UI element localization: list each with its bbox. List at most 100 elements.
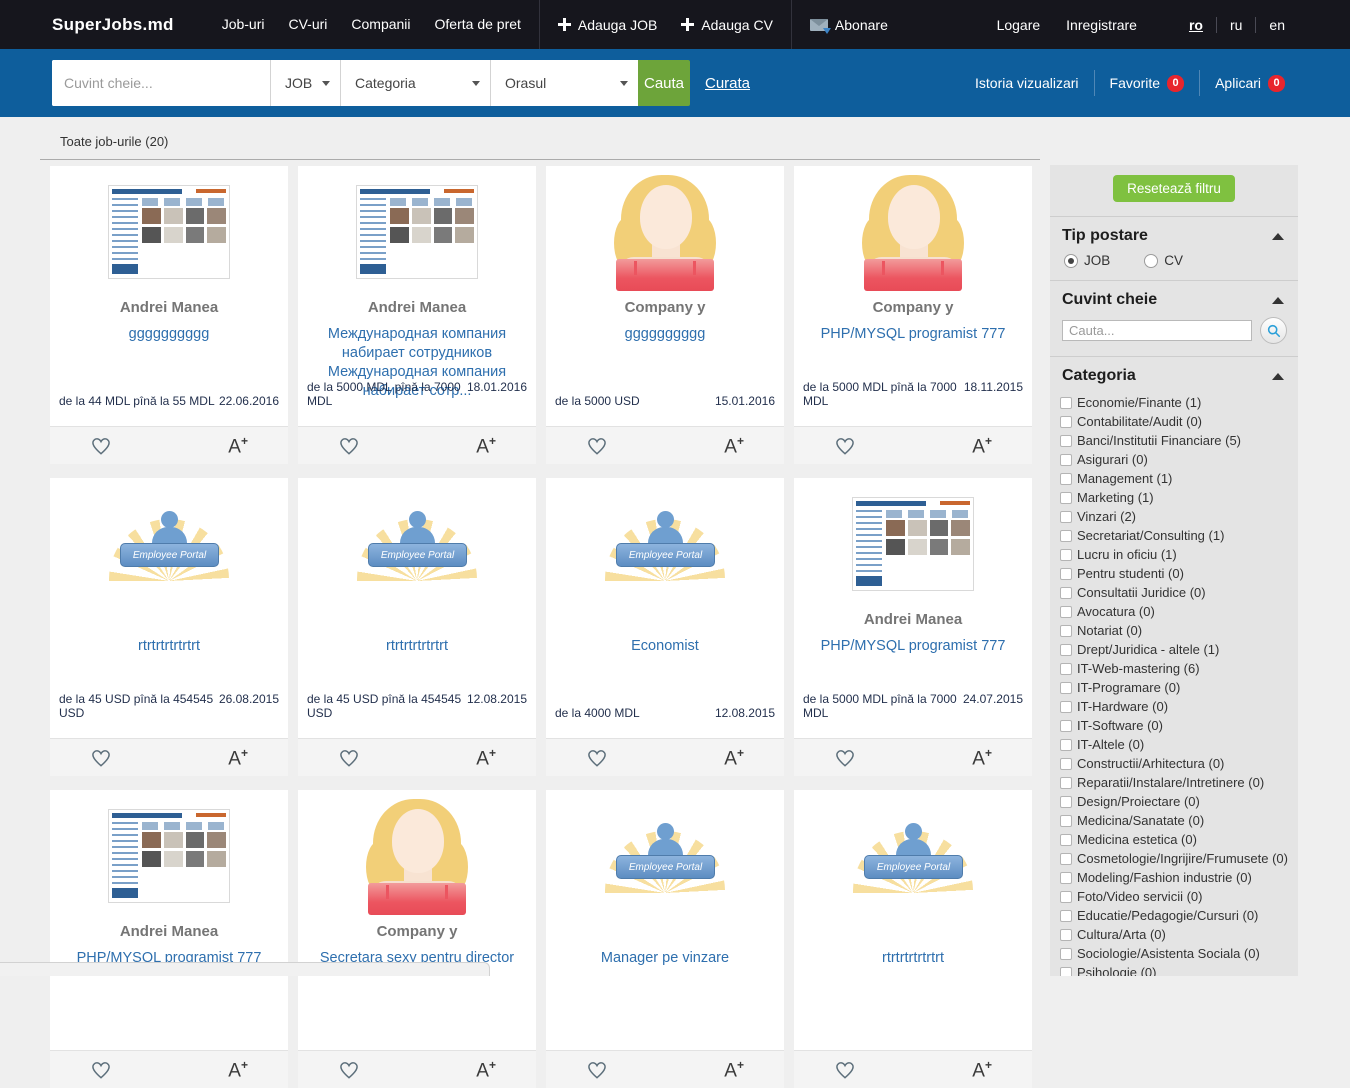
category-filter-item[interactable]: Cosmetologie/Ingrijire/Frumusete (0) (1060, 849, 1290, 868)
sidebar-search-input[interactable] (1062, 320, 1252, 341)
checkbox[interactable] (1060, 454, 1072, 466)
checkbox[interactable] (1060, 606, 1072, 618)
apply-icon[interactable]: A+ (724, 435, 744, 456)
apply-icon[interactable]: A+ (972, 1059, 992, 1080)
checkbox[interactable] (1060, 568, 1072, 580)
checkbox[interactable] (1060, 910, 1072, 922)
favorite-heart-icon[interactable] (338, 1060, 360, 1080)
favorite-heart-icon[interactable] (90, 1060, 112, 1080)
favorite-heart-icon[interactable] (90, 748, 112, 768)
checkbox[interactable] (1060, 549, 1072, 561)
apply-icon[interactable]: A+ (972, 435, 992, 456)
job-title-link[interactable]: Manager pe vinzare (546, 949, 784, 968)
category-filter-item[interactable]: Asigurari (0) (1060, 450, 1290, 469)
category-filter-item[interactable]: IT-Hardware (0) (1060, 697, 1290, 716)
topbar-nav-link[interactable]: Oferta de pret (423, 0, 533, 49)
add-job-button[interactable]: Adauga JOB (546, 17, 669, 33)
checkbox[interactable] (1060, 416, 1072, 428)
category-filter-item[interactable]: Constructii/Arhitectura (0) (1060, 754, 1290, 773)
checkbox[interactable] (1060, 511, 1072, 523)
job-title-link[interactable]: rtrtrtrtrtrtrt (50, 637, 288, 656)
city-select[interactable]: Orasul (490, 60, 638, 106)
category-filter-item[interactable]: Contabilitate/Audit (0) (1060, 412, 1290, 431)
favorite-heart-icon[interactable] (338, 436, 360, 456)
topbar-nav-link[interactable]: Job-uri (210, 0, 277, 49)
category-filter-item[interactable]: Lucru in oficiu (1) (1060, 545, 1290, 564)
category-filter-item[interactable]: Marketing (1) (1060, 488, 1290, 507)
category-filter-item[interactable]: Design/Proiectare (0) (1060, 792, 1290, 811)
job-title-link[interactable]: gggggggggg (546, 325, 784, 344)
category-filter-item[interactable]: Secretariat/Consulting (1) (1060, 526, 1290, 545)
checkbox[interactable] (1060, 758, 1072, 770)
checkbox[interactable] (1060, 739, 1072, 751)
category-filter-item[interactable]: IT-Programare (0) (1060, 678, 1290, 697)
job-title-link[interactable]: PHP/MYSQL programist 777 (794, 637, 1032, 656)
checkbox[interactable] (1060, 796, 1072, 808)
subscribe-button[interactable]: Abonare (798, 17, 900, 33)
collapse-arrow-icon[interactable] (1272, 297, 1284, 304)
category-filter-item[interactable]: Medicina/Sanatate (0) (1060, 811, 1290, 830)
topbar-nav-link[interactable]: Companii (339, 0, 422, 49)
category-filter-item[interactable]: Psihologie (0) (1060, 963, 1290, 976)
radio-button[interactable] (1144, 254, 1158, 268)
checkbox[interactable] (1060, 682, 1072, 694)
topbar-nav-link[interactable]: CV-uri (276, 0, 339, 49)
category-filter-item[interactable]: Banci/Institutii Financiare (5) (1060, 431, 1290, 450)
apply-icon[interactable]: A+ (972, 747, 992, 768)
favorite-heart-icon[interactable] (834, 1060, 856, 1080)
checkbox[interactable] (1060, 492, 1072, 504)
apply-icon[interactable]: A+ (724, 747, 744, 768)
job-title-link[interactable]: PHP/MYSQL programist 777 (794, 325, 1032, 344)
post-type-select[interactable]: JOB (270, 60, 340, 106)
checkbox[interactable] (1060, 644, 1072, 656)
category-filter-item[interactable]: Consultatii Juridice (0) (1060, 583, 1290, 602)
collapse-arrow-icon[interactable] (1272, 373, 1284, 380)
apply-icon[interactable]: A+ (476, 1059, 496, 1080)
keyword-input[interactable] (52, 60, 270, 106)
favorites-link[interactable]: Favorite 0 (1095, 75, 1200, 92)
register-link[interactable]: Inregistrare (1053, 17, 1150, 33)
checkbox[interactable] (1060, 967, 1072, 977)
checkbox[interactable] (1060, 397, 1072, 409)
favorite-heart-icon[interactable] (338, 748, 360, 768)
apply-icon[interactable]: A+ (228, 435, 248, 456)
add-cv-button[interactable]: Adauga CV (669, 17, 785, 33)
apply-icon[interactable]: A+ (724, 1059, 744, 1080)
category-filter-item[interactable]: Pentru studenti (0) (1060, 564, 1290, 583)
checkbox[interactable] (1060, 530, 1072, 542)
language-option[interactable]: en (1255, 17, 1298, 33)
checkbox[interactable] (1060, 701, 1072, 713)
checkbox[interactable] (1060, 587, 1072, 599)
category-filter-item[interactable]: Avocatura (0) (1060, 602, 1290, 621)
checkbox[interactable] (1060, 815, 1072, 827)
category-filter-item[interactable]: IT-Software (0) (1060, 716, 1290, 735)
favorite-heart-icon[interactable] (586, 748, 608, 768)
category-filter-item[interactable]: Cultura/Arta (0) (1060, 925, 1290, 944)
checkbox[interactable] (1060, 872, 1072, 884)
favorite-heart-icon[interactable] (834, 748, 856, 768)
category-filter-item[interactable]: IT-Web-mastering (6) (1060, 659, 1290, 678)
post-type-radio[interactable]: CV (1144, 253, 1183, 268)
checkbox[interactable] (1060, 435, 1072, 447)
clear-link[interactable]: Curata (705, 75, 750, 92)
category-filter-item[interactable]: Sociologie/Asistenta Sociala (0) (1060, 944, 1290, 963)
checkbox[interactable] (1060, 720, 1072, 732)
apply-icon[interactable]: A+ (476, 747, 496, 768)
collapse-arrow-icon[interactable] (1272, 233, 1284, 240)
checkbox[interactable] (1060, 834, 1072, 846)
category-filter-item[interactable]: Medicina estetica (0) (1060, 830, 1290, 849)
category-filter-item[interactable]: Reparatii/Instalare/Intretinere (0) (1060, 773, 1290, 792)
favorite-heart-icon[interactable] (90, 436, 112, 456)
checkbox[interactable] (1060, 891, 1072, 903)
favorite-heart-icon[interactable] (834, 436, 856, 456)
category-filter-item[interactable]: Educatie/Pedagogie/Cursuri (0) (1060, 906, 1290, 925)
favorite-heart-icon[interactable] (586, 1060, 608, 1080)
search-button[interactable]: Cauta (638, 60, 690, 106)
category-filter-item[interactable]: Vinzari (2) (1060, 507, 1290, 526)
apply-icon[interactable]: A+ (476, 435, 496, 456)
category-filter-item[interactable]: Modeling/Fashion industrie (0) (1060, 868, 1290, 887)
checkbox[interactable] (1060, 948, 1072, 960)
view-history-link[interactable]: Istoria vizualizari (960, 75, 1093, 91)
sidebar-search-button[interactable] (1260, 317, 1287, 344)
apply-icon[interactable]: A+ (228, 747, 248, 768)
